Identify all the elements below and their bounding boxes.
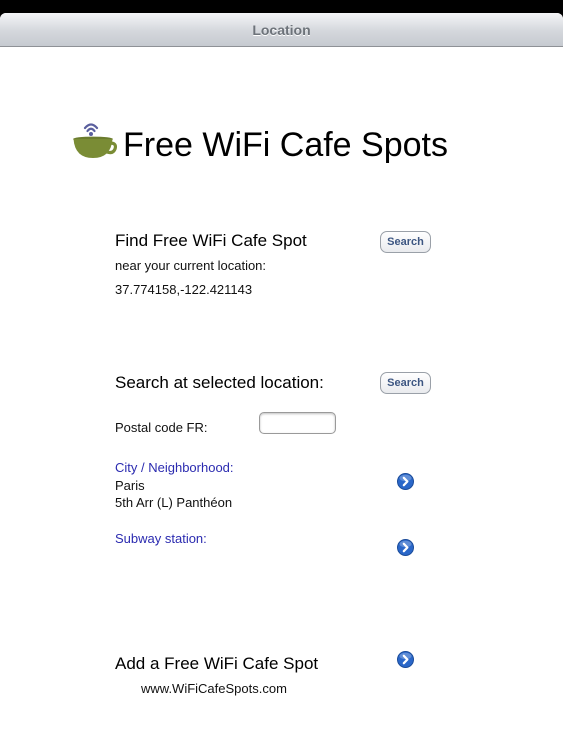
subway-station-label[interactable]: Subway station:: [115, 531, 207, 546]
screen: Location Free WiFi Cafe Spots Find Free …: [0, 13, 563, 750]
postal-code-input[interactable]: [259, 412, 336, 434]
add-spot-heading: Add a Free WiFi Cafe Spot: [115, 654, 319, 673]
website-link[interactable]: www.WiFiCafeSpots.com: [141, 681, 287, 696]
current-coordinates: 37.774158,-122.421143: [115, 282, 253, 297]
navigation-bar: Location: [0, 13, 563, 47]
add-spot-disclosure-arrow-icon[interactable]: [397, 651, 414, 668]
city-disclosure-arrow-icon[interactable]: [397, 473, 414, 490]
wifi-cup-icon: [73, 117, 118, 163]
search-selected-location-button[interactable]: Search: [380, 372, 431, 394]
city-neighborhood-label[interactable]: City / Neighborhood:: [115, 460, 234, 475]
selected-location-heading: Search at selected location:: [115, 373, 324, 392]
city-value: Paris: [115, 478, 145, 493]
current-location-subtext: near your current location:: [115, 258, 267, 273]
current-location-heading: Find Free WiFi Cafe Spot: [115, 231, 307, 250]
subway-disclosure-arrow-icon[interactable]: [397, 539, 414, 556]
app-title: Free WiFi Cafe Spots: [123, 126, 448, 164]
postal-code-label: Postal code FR:: [115, 420, 208, 435]
neighborhood-value: 5th Arr (L) Panthéon: [115, 495, 233, 510]
search-current-location-button[interactable]: Search: [380, 231, 431, 253]
nav-title: Location: [252, 22, 311, 38]
